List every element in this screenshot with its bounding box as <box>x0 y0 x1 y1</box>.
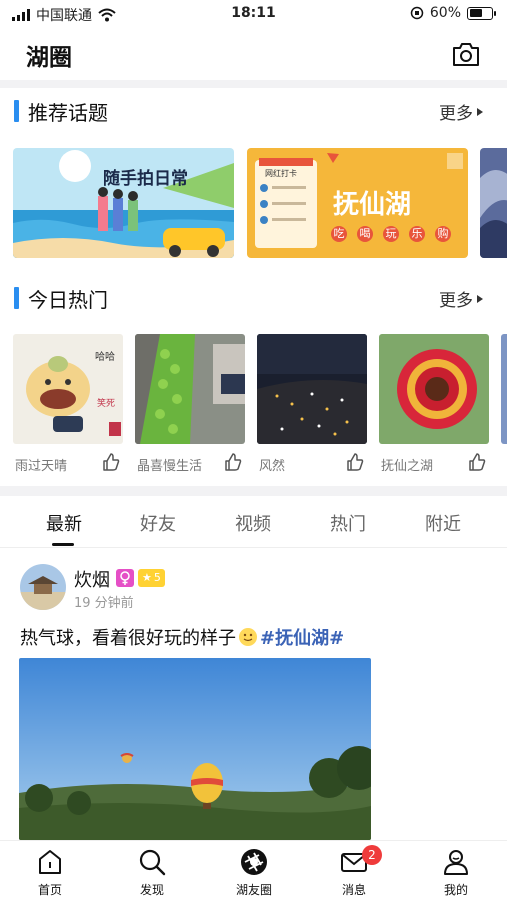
home-icon <box>39 850 61 874</box>
tabbar-messages[interactable]: 2 消息 <box>314 841 394 900</box>
hot-meta: 雨过天晴 <box>13 452 123 474</box>
topic-tag: 购 <box>435 226 451 242</box>
triangle-right-icon <box>477 294 483 303</box>
post-hashtag[interactable]: #抚仙湖# <box>260 624 344 650</box>
topic-card[interactable]: 随手拍日常 <box>13 148 234 258</box>
hot-sticker-text: 哈哈 <box>95 352 115 363</box>
hot-author: 晶喜慢生活 <box>137 459 203 474</box>
tabbar-label: 首页 <box>37 883 62 897</box>
more-label: 更多 <box>439 104 473 124</box>
hot-item[interactable] <box>501 334 507 444</box>
topic-card[interactable] <box>480 148 507 258</box>
hot-image <box>501 334 507 444</box>
svg-text:笑死: 笑死 <box>97 397 115 409</box>
search-icon <box>139 849 166 876</box>
page-title: 湖圈 <box>26 45 72 71</box>
topics-more-link[interactable]: 更多 <box>439 99 483 124</box>
hot-header: 今日热门 更多 <box>0 284 507 314</box>
tabbar-label: 消息 <box>341 883 366 897</box>
topic-card[interactable]: 网红打卡 抚仙湖 吃喝玩乐购 <box>247 148 468 258</box>
level-badge: ★ 5 <box>138 569 165 587</box>
more-label: 更多 <box>439 291 473 311</box>
hot-meta: 晶喜慢生活 <box>135 452 245 474</box>
tab-hot[interactable]: 热门 <box>318 510 378 536</box>
tab-indicator <box>52 543 74 546</box>
tab-friends[interactable]: 好友 <box>128 510 188 536</box>
topics-header: 推荐话题 更多 <box>0 97 507 127</box>
status-bar: 中国联通 18:11 60% <box>0 0 507 28</box>
topic-illustration <box>480 148 507 258</box>
post-text: 热气球，看着很好玩的样子 #抚仙湖# <box>20 624 344 650</box>
hot-author: 雨过天晴 <box>15 459 68 474</box>
hot-item[interactable]: 抚仙之湖 <box>379 334 489 474</box>
hot-item[interactable]: 晶喜慢生活 <box>135 334 245 474</box>
thumbs-up-icon[interactable] <box>101 452 121 472</box>
hot-item[interactable]: 笑死 哈哈 雨过天晴 <box>13 334 123 474</box>
post-content: 热气球，看着很好玩的样子 <box>20 628 236 649</box>
hot-item[interactable]: 风然 <box>257 334 367 474</box>
battery-percent: 60% <box>429 5 461 21</box>
tabbar-circle[interactable]: 湖友圈 <box>214 841 294 900</box>
thumbs-up-icon[interactable] <box>467 452 487 472</box>
section-accent-bar <box>14 287 19 309</box>
topic-tag: 乐 <box>409 226 425 242</box>
orientation-lock-icon <box>410 6 424 20</box>
app-header: 湖圈 <box>0 28 507 80</box>
hot-image <box>135 334 245 444</box>
divider <box>0 80 507 88</box>
topic-tag: 玩 <box>383 226 399 242</box>
topic-card-title: 随手拍日常 <box>103 169 188 189</box>
battery-icon <box>467 6 496 20</box>
bottom-tabbar: 首页 发现 湖友圈 2 消息 我的 <box>0 840 507 900</box>
hot-more-link[interactable]: 更多 <box>439 286 483 311</box>
topic-card-tags: 吃喝玩乐购 <box>331 226 451 242</box>
tabbar-label: 湖友圈 <box>235 883 272 897</box>
section-title: 今日热门 <box>28 288 108 312</box>
tabbar-profile[interactable]: 我的 <box>416 841 496 900</box>
hot-meta: 抚仙之湖 <box>379 452 489 474</box>
post-card: 炊烟 ★ 5 19 分钟前 热气球，看着很好玩的样子 #抚仙湖# <box>0 548 507 840</box>
hot-author: 风然 <box>259 459 286 474</box>
topic-card-title: 抚仙湖 <box>333 190 412 220</box>
hot-meta: 风然 <box>257 452 367 474</box>
topic-tag: 喝 <box>357 226 373 242</box>
female-icon <box>116 569 134 587</box>
post-author[interactable]: 炊烟 <box>74 566 110 592</box>
section-title: 推荐话题 <box>28 101 108 125</box>
tabbar-home[interactable]: 首页 <box>10 841 90 900</box>
section-accent-bar <box>14 100 19 122</box>
tabbar-label: 我的 <box>443 883 468 897</box>
thumbs-up-icon[interactable] <box>345 452 365 472</box>
thumbs-up-icon[interactable] <box>223 452 243 472</box>
triangle-right-icon <box>477 107 483 116</box>
smile-emoji-icon <box>239 628 257 646</box>
unread-badge: 2 <box>362 845 382 865</box>
aperture-icon <box>241 849 267 875</box>
post-photo[interactable] <box>19 658 371 840</box>
star-icon: ★ <box>142 571 152 584</box>
tabbar-label: 发现 <box>139 883 164 897</box>
feed-tabs: 最新 好友 视频 热门 附近 <box>0 500 507 548</box>
hot-author: 抚仙之湖 <box>381 459 434 474</box>
topic-tag: 吃 <box>331 226 347 242</box>
hot-image <box>257 334 367 444</box>
divider <box>0 486 507 496</box>
hot-image <box>379 334 489 444</box>
tab-latest[interactable]: 最新 <box>34 510 94 536</box>
tab-nearby[interactable]: 附近 <box>413 510 473 536</box>
camera-icon[interactable] <box>451 40 481 68</box>
avatar[interactable] <box>20 564 66 610</box>
topic-card-note: 网红打卡 <box>265 169 297 178</box>
level-value: 5 <box>153 571 161 584</box>
user-icon <box>444 850 468 875</box>
tabbar-discover[interactable]: 发现 <box>112 841 192 900</box>
post-time: 19 分钟前 <box>74 596 134 611</box>
tab-video[interactable]: 视频 <box>223 510 283 536</box>
status-right: 60% <box>410 5 496 21</box>
